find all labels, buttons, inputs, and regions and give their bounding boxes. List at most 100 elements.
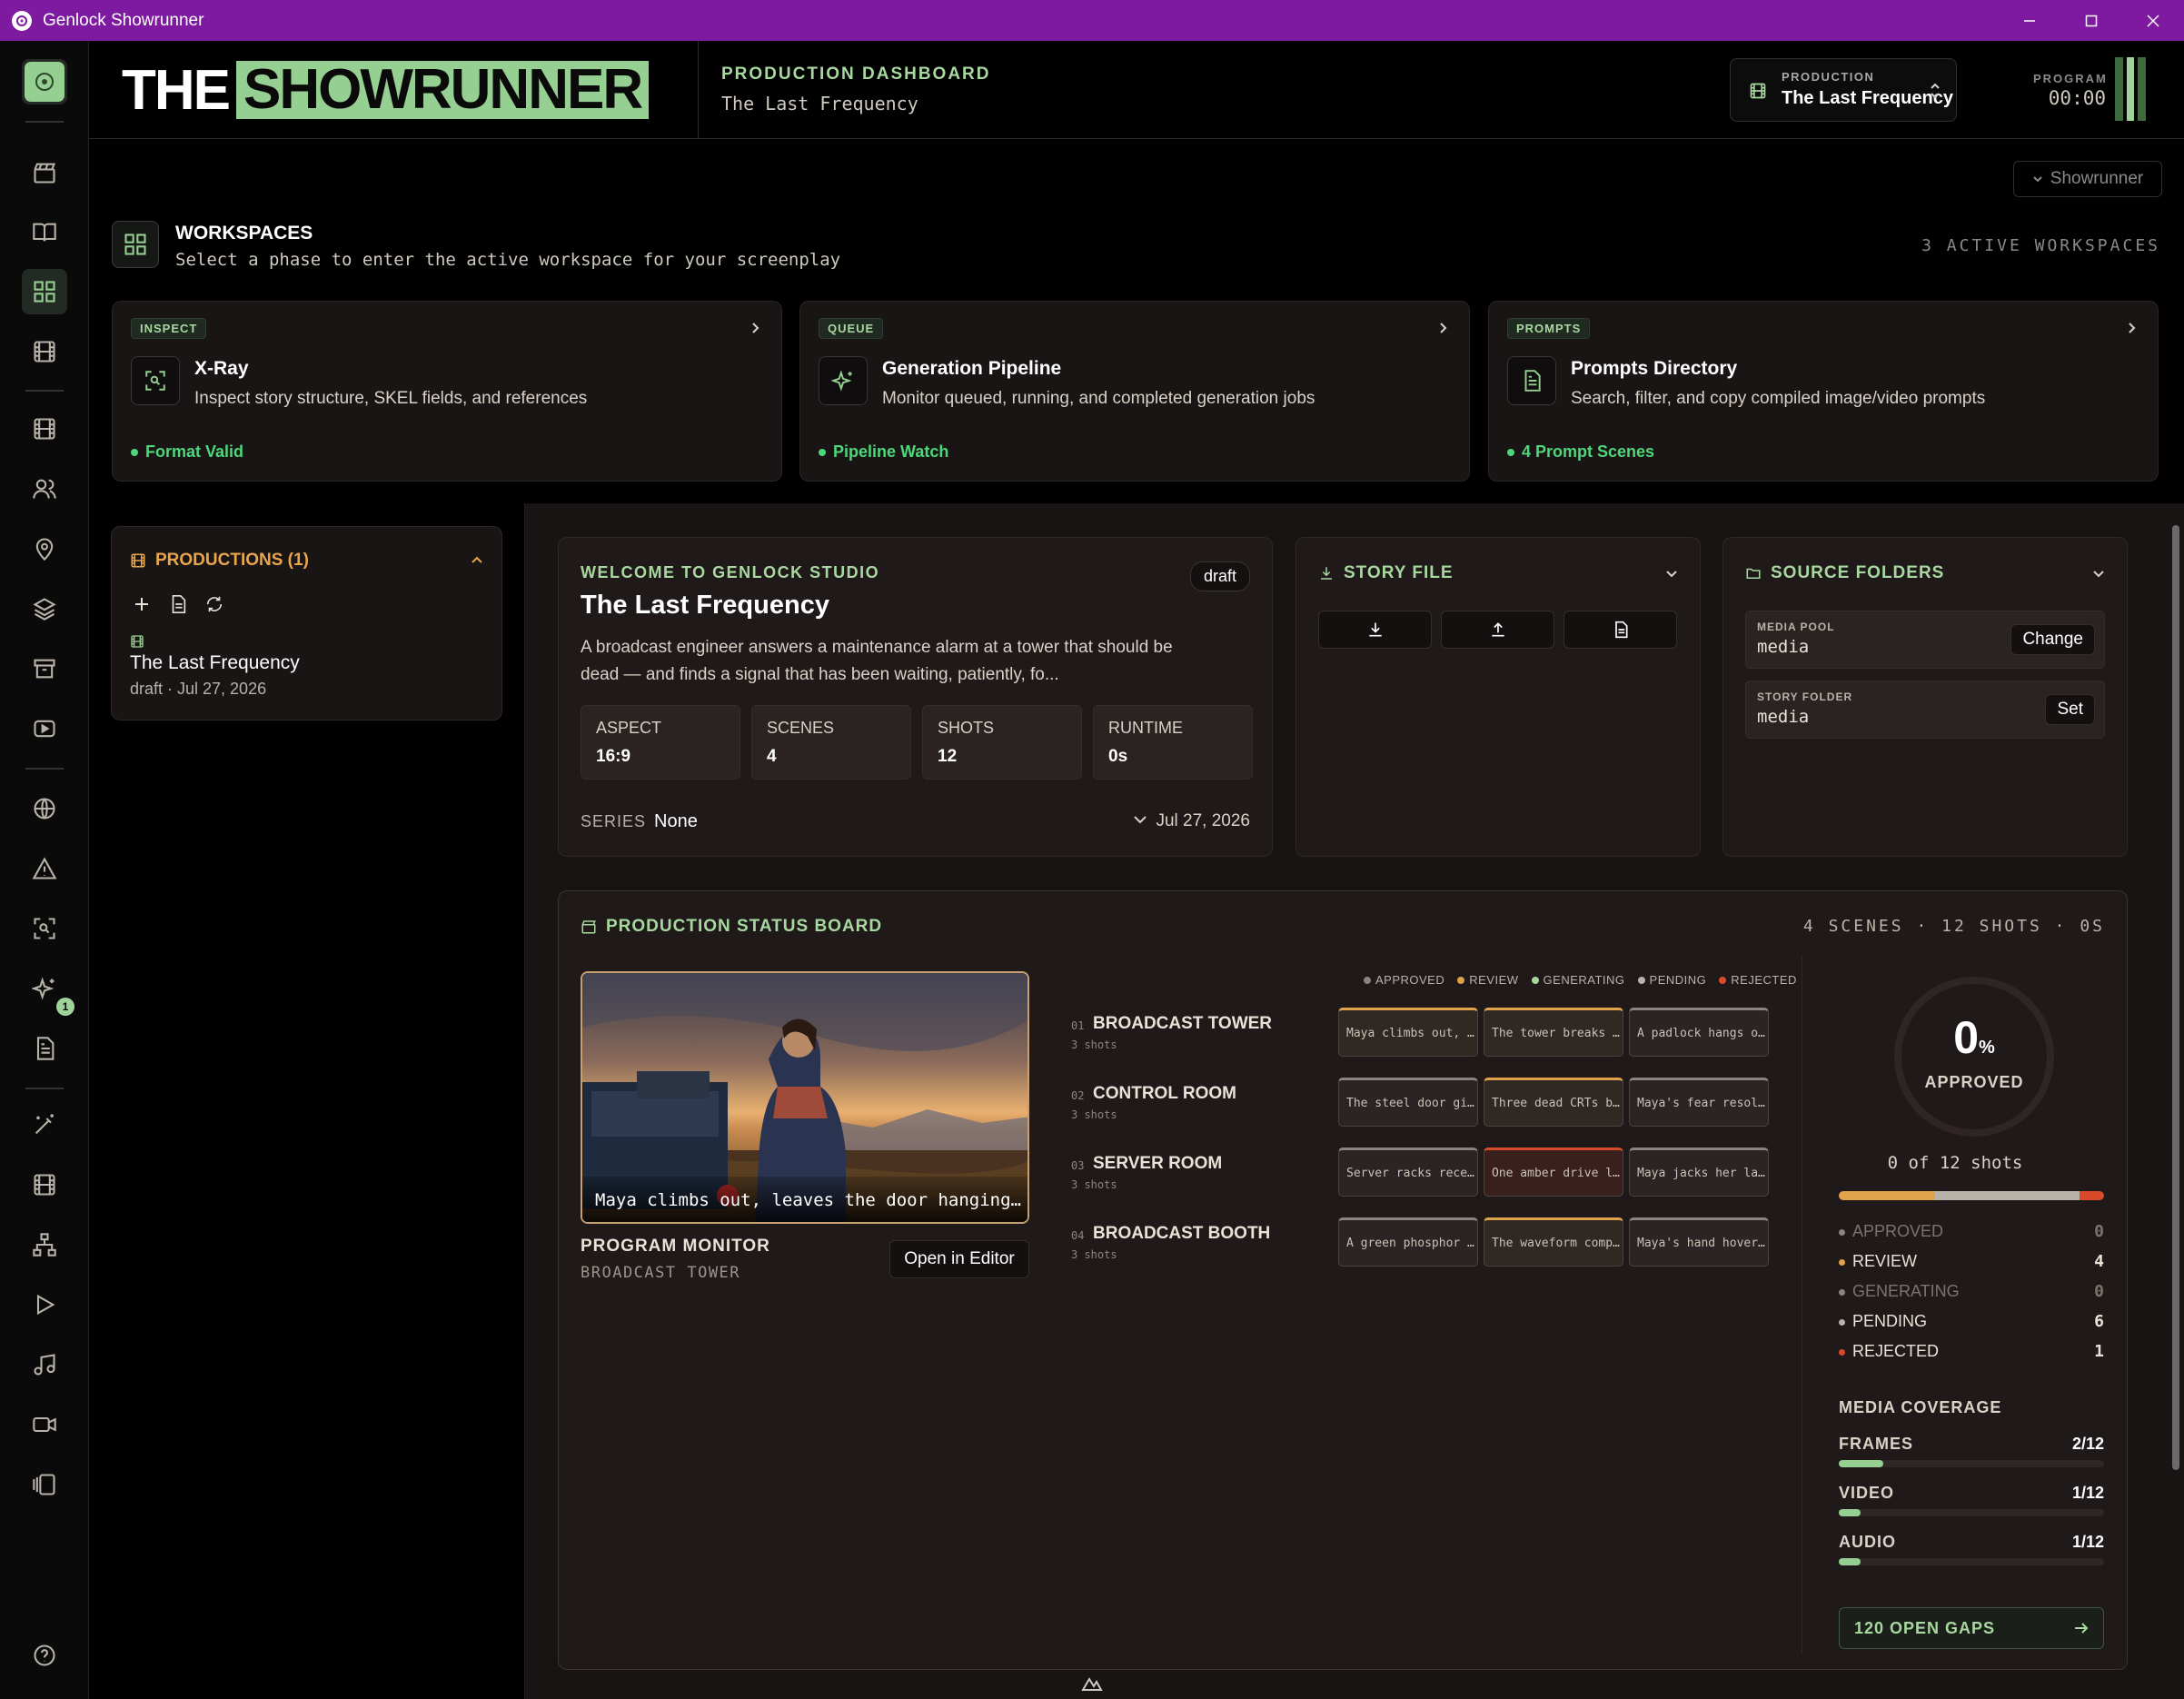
program-monitor[interactable]: Maya climbs out, leaves the door hanging…: [581, 971, 1029, 1224]
globe-icon[interactable]: [22, 786, 67, 831]
dashboard-grid-icon[interactable]: [22, 269, 67, 314]
media-pool-label: MEDIA POOL: [1757, 621, 1835, 633]
shot-tile[interactable]: A green phosphor …: [1338, 1217, 1478, 1267]
workspace-card-prompts[interactable]: PROMPTS Prompts Directory Search, filter…: [1488, 301, 2159, 482]
set-story-folder-button[interactable]: Set: [2045, 694, 2095, 725]
chevron-up-icon[interactable]: [471, 554, 483, 567]
legend-pending: PENDING: [1637, 973, 1707, 987]
location-pin-icon[interactable]: [22, 526, 67, 571]
chevron-right-icon: [1436, 322, 1449, 334]
scene-shot-count: 3 shots: [1071, 1038, 1117, 1051]
stat-value: 12: [938, 747, 958, 766]
layers-icon[interactable]: [22, 586, 67, 631]
import-story-button[interactable]: [1318, 611, 1432, 649]
shot-tile[interactable]: Maya climbs out, …: [1338, 1008, 1478, 1057]
shot-tile[interactable]: Server racks rece…: [1338, 1148, 1478, 1197]
scene-row[interactable]: 02 CONTROL ROOM 3 shots The steel door g…: [1071, 1070, 1769, 1134]
media-coverage-title: MEDIA COVERAGE: [1839, 1398, 2002, 1416]
chevron-down-icon[interactable]: [2092, 567, 2105, 580]
video-camera-icon[interactable]: [22, 1402, 67, 1447]
document-icon[interactable]: [168, 594, 188, 614]
scrollbar[interactable]: [2168, 503, 2184, 1699]
book-icon[interactable]: [22, 210, 67, 255]
workspace-name: X-Ray: [194, 358, 249, 379]
close-button[interactable]: [2122, 0, 2184, 41]
shot-tile[interactable]: Maya's hand hover…: [1629, 1217, 1769, 1267]
shot-tile[interactable]: The waveform comp…: [1484, 1217, 1623, 1267]
status-count-value: 1: [2094, 1342, 2104, 1361]
archive-icon[interactable]: [22, 646, 67, 691]
coverage-value: 2/12: [2071, 1435, 2104, 1453]
legend-label: REVIEW: [1469, 973, 1519, 987]
coverage-fill: [1839, 1558, 1861, 1565]
workspace-card-xray[interactable]: INSPECT X-Ray Inspect story structure, S…: [112, 301, 782, 482]
coverage-fill: [1839, 1509, 1861, 1516]
workspace-card-pipeline[interactable]: QUEUE Generation Pipeline Monitor queued…: [799, 301, 1470, 482]
status-count-review: REVIEW 4: [1839, 1252, 2104, 1272]
open-in-editor-button[interactable]: Open in Editor: [889, 1240, 1029, 1278]
warning-icon[interactable]: [22, 846, 67, 891]
open-story-document-button[interactable]: [1564, 611, 1677, 649]
legend-review: REVIEW: [1457, 973, 1518, 987]
legend-label: PENDING: [1649, 973, 1707, 987]
showrunner-toggle[interactable]: Showrunner: [2013, 161, 2162, 197]
play-icon[interactable]: [22, 1282, 67, 1327]
shot-tile[interactable]: One amber drive l…: [1484, 1148, 1623, 1197]
workspace-tag: QUEUE: [819, 318, 884, 339]
status-count-approved: APPROVED 0: [1839, 1222, 2104, 1242]
film-icon[interactable]: [22, 329, 67, 374]
xray-scan-icon[interactable]: [22, 906, 67, 951]
music-note-icon[interactable]: [22, 1342, 67, 1387]
panels-icon[interactable]: [22, 1462, 67, 1507]
scene-row[interactable]: 04 BROADCAST BOOTH 3 shots A green phosp…: [1071, 1210, 1769, 1274]
story-folder-value: media: [1757, 707, 1810, 727]
legend-label: GENERATING: [1543, 973, 1625, 987]
clapperboard-icon[interactable]: [22, 150, 67, 195]
approved-percent-unit: %: [1979, 1038, 1995, 1058]
people-icon[interactable]: [22, 466, 67, 512]
home-button[interactable]: [22, 59, 67, 104]
legend-label: REJECTED: [1731, 973, 1797, 987]
open-gaps-button[interactable]: 120 OPEN GAPS: [1839, 1607, 2104, 1649]
status-count-label: APPROVED: [1852, 1222, 1944, 1240]
hierarchy-icon[interactable]: [22, 1222, 67, 1267]
scene-row[interactable]: 01 BROADCAST TOWER 3 shots Maya climbs o…: [1071, 1000, 1769, 1064]
stat-value: 4: [767, 747, 777, 766]
document-icon: [1507, 356, 1556, 405]
maximize-button[interactable]: [2060, 0, 2122, 41]
scene-row[interactable]: 03 SERVER ROOM 3 shots Server racks rece…: [1071, 1140, 1769, 1204]
film-reel-icon[interactable]: [22, 1162, 67, 1207]
status-count-value: 0: [2094, 1222, 2104, 1241]
add-production-button[interactable]: [132, 594, 152, 614]
shot-tile[interactable]: Maya's fear resol…: [1629, 1078, 1769, 1127]
legend-rejected: REJECTED: [1719, 973, 1797, 987]
document-icon[interactable]: [22, 1026, 67, 1071]
productions-title: PRODUCTIONS (1): [155, 551, 309, 570]
chevron-down-icon[interactable]: [1665, 567, 1678, 580]
chevron-down-icon[interactable]: [1133, 814, 1147, 825]
approved-percent: 0: [1953, 1012, 1979, 1063]
production-selector[interactable]: PRODUCTION The Last Frequency: [1730, 58, 1957, 122]
export-story-button[interactable]: [1441, 611, 1554, 649]
magic-wand-icon[interactable]: [22, 1102, 67, 1148]
shot-tile[interactable]: A padlock hangs o…: [1629, 1008, 1769, 1057]
logo-showrunner-text: SHOWRUNNER: [236, 61, 650, 119]
workspace-status: 4 Prompt Scenes: [1507, 442, 1654, 462]
filmstrip-icon[interactable]: [22, 406, 67, 452]
program-timecode: PROGRAM 00:00: [2033, 72, 2106, 109]
help-icon[interactable]: [22, 1633, 67, 1678]
shot-tile[interactable]: Maya jacks her la…: [1629, 1148, 1769, 1197]
production-item-name[interactable]: The Last Frequency: [130, 652, 300, 674]
series-select[interactable]: None: [654, 811, 698, 832]
change-media-pool-button[interactable]: Change: [2010, 624, 2095, 655]
video-play-icon[interactable]: [22, 706, 67, 751]
coverage-value: 1/12: [2071, 1484, 2104, 1502]
refresh-icon[interactable]: [204, 594, 224, 614]
status-count-value: 6: [2094, 1312, 2104, 1331]
shot-tile[interactable]: The tower breaks …: [1484, 1008, 1623, 1057]
xray-scan-icon: [131, 356, 180, 405]
shot-tile[interactable]: The steel door gi…: [1338, 1078, 1478, 1127]
minimize-button[interactable]: [1999, 0, 2060, 41]
coverage-video: VIDEO 1/12: [1839, 1484, 2104, 1516]
shot-tile[interactable]: Three dead CRTs b…: [1484, 1078, 1623, 1127]
